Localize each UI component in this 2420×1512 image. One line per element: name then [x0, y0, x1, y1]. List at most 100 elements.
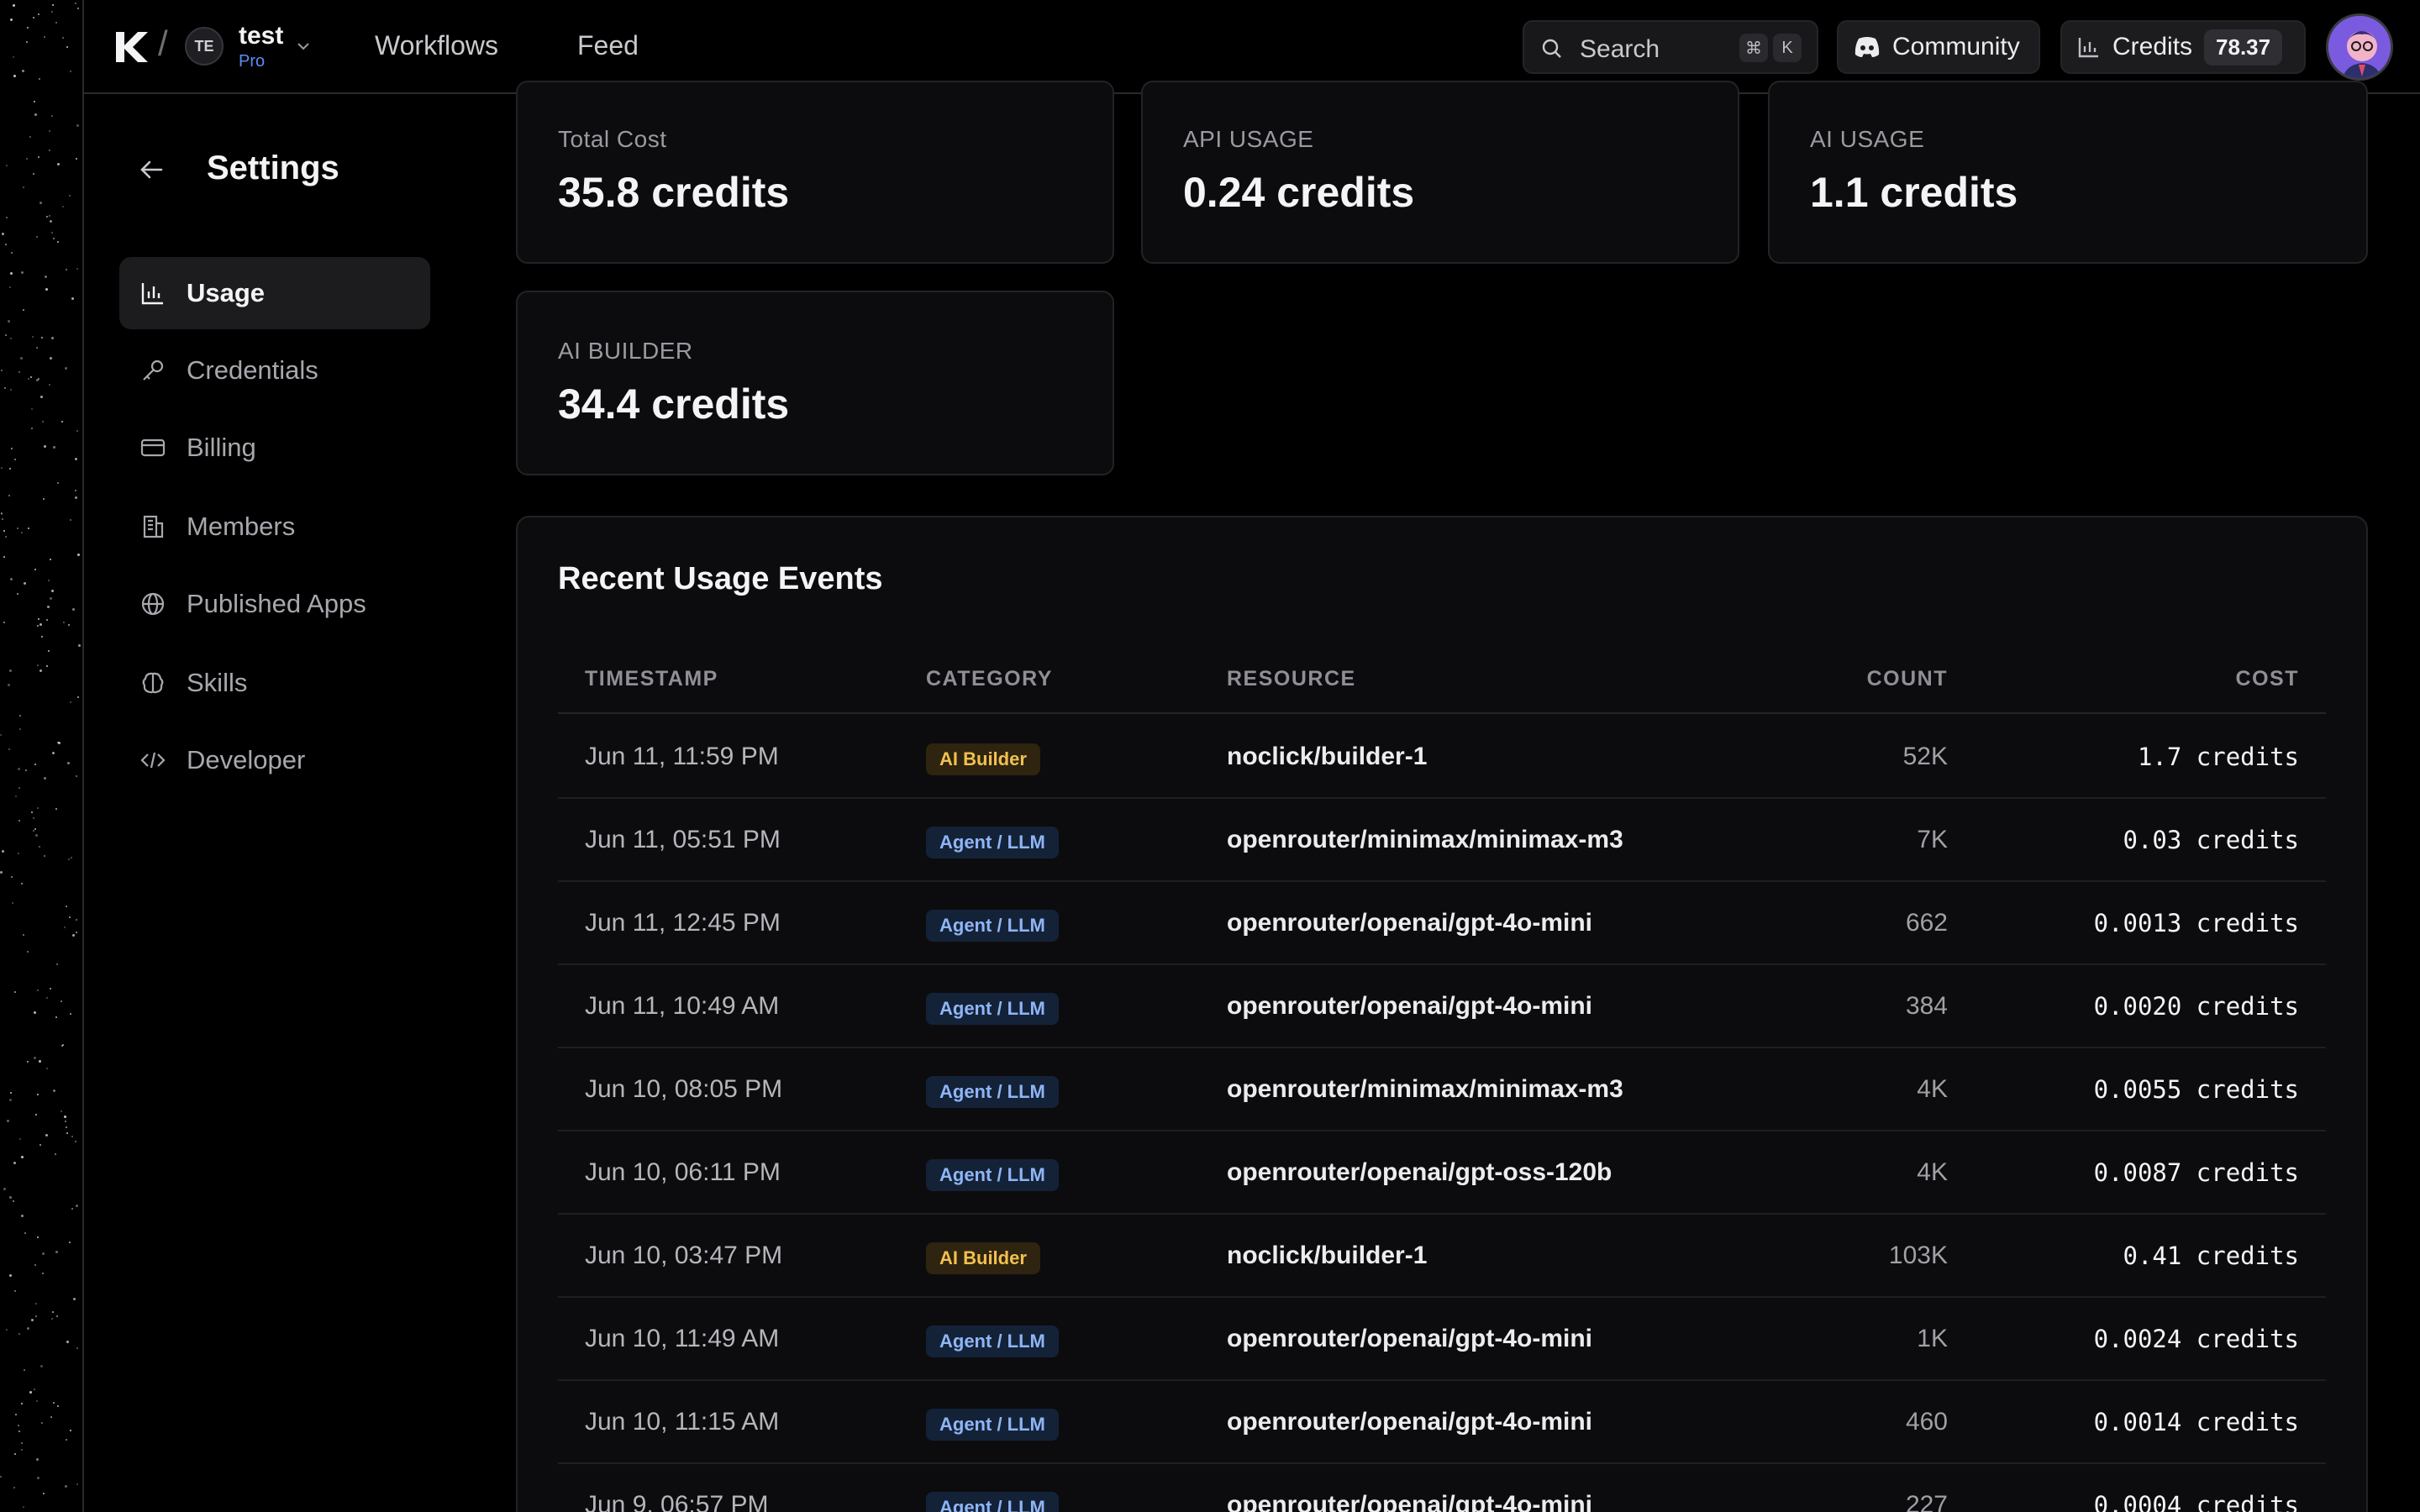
workspace-avatar[interactable]: TE — [185, 27, 224, 66]
star-dot — [35, 1315, 37, 1317]
star-dot — [75, 1141, 76, 1142]
search-icon — [1542, 39, 1561, 58]
sidebar-item-usage[interactable]: Usage — [119, 257, 430, 329]
star-dot — [2, 518, 3, 520]
star-dot — [33, 17, 34, 18]
sidebar-item-members[interactable]: Members — [119, 491, 430, 563]
globe-icon — [141, 592, 165, 616]
star-dot — [0, 1476, 2, 1478]
table-row[interactable]: Jun 9, 06:57 PM Agent / LLM openrouter/ope… — [558, 1464, 2326, 1512]
star-dot — [57, 163, 60, 165]
star-dot — [5, 536, 7, 538]
community-label: Community — [1892, 33, 2020, 60]
back-arrow-icon[interactable] — [136, 155, 166, 185]
category-badge: Agent / LLM — [926, 827, 1059, 858]
star-dot — [57, 482, 59, 484]
chevron-down-icon[interactable] — [294, 37, 313, 55]
star-dot — [27, 1061, 29, 1063]
sidebar-item-published-apps[interactable]: Published Apps — [119, 568, 430, 640]
sidebar-item-credentials[interactable]: Credentials — [119, 334, 430, 407]
star-dot — [32, 336, 34, 338]
star-dot — [24, 1369, 25, 1371]
star-dot — [70, 701, 71, 703]
star-dot — [50, 988, 51, 990]
star-dot — [60, 1110, 62, 1112]
sidebar-item-billing[interactable]: Billing — [119, 412, 430, 484]
stat-value: 35.8 credits — [558, 169, 790, 216]
star-dot — [30, 376, 32, 378]
star-dot — [39, 78, 40, 80]
row-cost: 0.0024 credits — [2093, 1325, 2299, 1353]
sidebar-item-label: Developer — [187, 745, 306, 774]
table-row[interactable]: Jun 10, 11:49 AM Agent / LLM openrouter/op… — [558, 1298, 2326, 1381]
table-row[interactable]: Jun 11, 11:59 PM AI Builder noclick/builde… — [558, 716, 2326, 799]
stat-value: 1.1 credits — [1810, 169, 2018, 216]
row-resource: openrouter/openai/gpt-oss-120b — [1227, 1158, 1612, 1186]
sidebar-item-label: Credentials — [187, 355, 318, 385]
star-dot — [53, 1402, 55, 1404]
star-dot — [46, 997, 48, 999]
star-dot — [18, 768, 20, 770]
category-badge: Agent / LLM — [926, 1326, 1059, 1357]
nav-feed[interactable]: Feed — [577, 30, 639, 61]
search-button[interactable]: Search ⌘ K — [1523, 20, 1818, 74]
star-dot — [71, 1136, 73, 1137]
nav-workflows[interactable]: Workflows — [375, 30, 498, 61]
table-row[interactable]: Jun 10, 06:11 PM Agent / LLM openrouter/op… — [558, 1131, 2326, 1215]
table-row[interactable]: Jun 11, 05:51 PM Agent / LLM openrouter/mi… — [558, 799, 2326, 882]
column-header-resource: RESOURCE — [1227, 667, 1356, 690]
workspace-name[interactable]: test — [239, 22, 283, 50]
table-row[interactable]: Jun 10, 08:05 PM Agent / LLM openrouter/mi… — [558, 1048, 2326, 1131]
star-dot — [28, 528, 29, 529]
star-dot — [47, 606, 50, 608]
star-dot — [66, 1341, 69, 1343]
star-dot — [3, 530, 5, 532]
star-dot — [58, 742, 60, 744]
sidebar-item-skills[interactable]: Skills — [119, 647, 430, 719]
star-dot — [18, 787, 20, 789]
star-dot — [8, 320, 10, 323]
star-dot — [42, 1252, 45, 1255]
star-dot — [55, 808, 57, 810]
star-dot — [14, 1290, 16, 1292]
row-count: 103K — [1888, 1242, 1948, 1269]
column-header-category: CATEGORY — [926, 667, 1053, 690]
sidebar-item-developer[interactable]: Developer — [119, 724, 430, 796]
star-dot — [9, 286, 11, 288]
star-dot — [18, 371, 20, 373]
user-avatar[interactable] — [2326, 13, 2393, 81]
logo-icon[interactable] — [113, 29, 150, 66]
star-dot — [39, 202, 42, 204]
star-dot — [26, 41, 28, 43]
star-dot — [27, 951, 29, 953]
star-dot — [36, 1458, 39, 1461]
star-dot — [45, 1134, 48, 1137]
table-row[interactable]: Jun 11, 10:49 AM Agent / LLM openrouter/op… — [558, 965, 2326, 1048]
star-dot — [66, 1132, 68, 1134]
credits-balance: 78.37 — [2204, 29, 2283, 66]
star-dot — [7, 1120, 9, 1122]
star-dot — [49, 215, 50, 217]
sidebar-item-label: Billing — [187, 433, 256, 462]
star-dot — [15, 1414, 17, 1415]
star-dot — [70, 519, 71, 521]
table-row[interactable]: Jun 11, 12:45 PM Agent / LLM openrouter/op… — [558, 882, 2326, 965]
community-button[interactable]: Community — [1837, 20, 2040, 74]
star-dot — [76, 775, 77, 777]
star-dot — [77, 8, 79, 9]
credits-button[interactable]: Credits 78.37 — [2060, 20, 2306, 74]
star-dot — [39, 1060, 41, 1063]
star-dot — [56, 1315, 58, 1317]
table-row[interactable]: Jun 10, 11:15 AM Agent / LLM openrouter/op… — [558, 1381, 2326, 1464]
star-dot — [0, 871, 3, 874]
star-dot — [27, 27, 29, 29]
star-dot — [9, 1196, 12, 1199]
credit-card-icon — [140, 438, 166, 457]
star-dot — [50, 357, 52, 360]
table-row[interactable]: Jun 10, 03:47 PM AI Builder noclick/builde… — [558, 1215, 2326, 1298]
star-dot — [76, 1347, 78, 1349]
star-dot — [65, 1121, 66, 1122]
star-dot — [21, 1215, 24, 1217]
shortcut-k-key: K — [1773, 34, 1802, 62]
star-dot — [29, 136, 31, 138]
